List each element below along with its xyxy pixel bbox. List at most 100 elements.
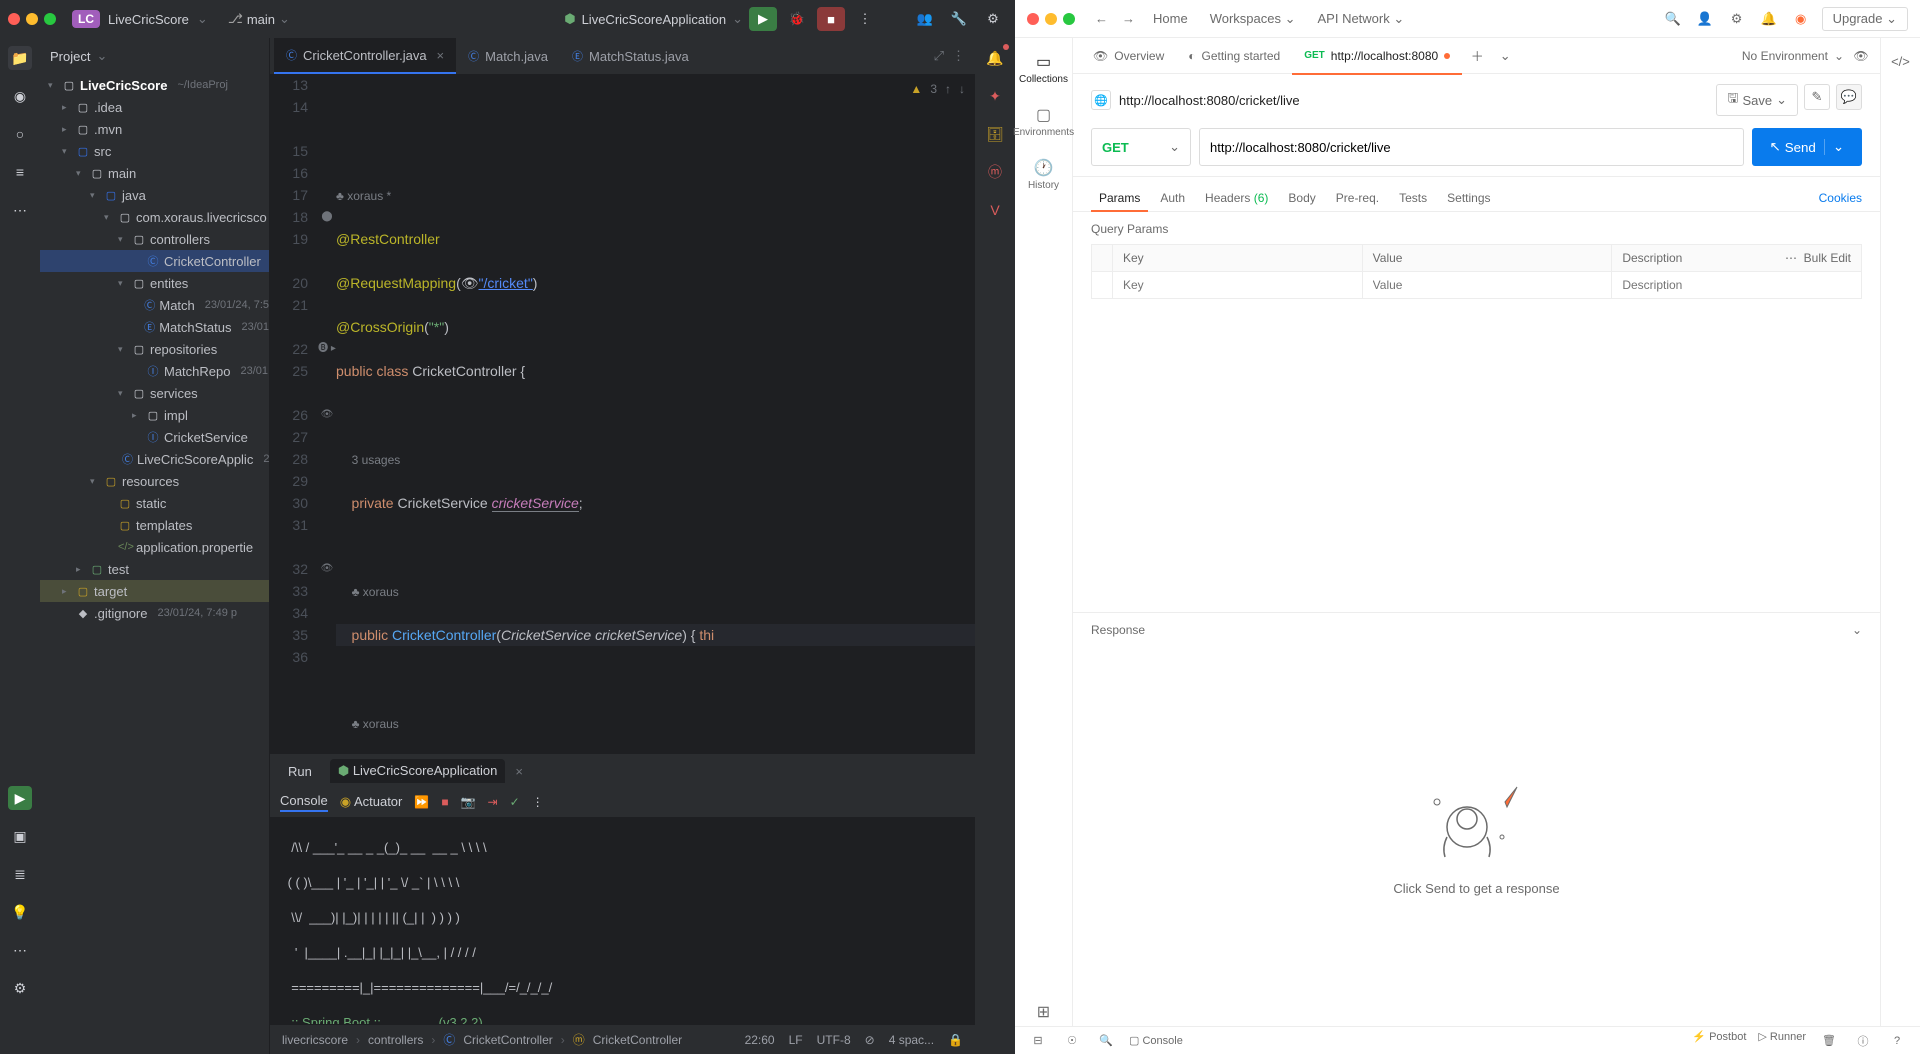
more-icon[interactable]: ⋮: [952, 48, 965, 64]
param-value-input[interactable]: [1373, 278, 1602, 292]
notifications-icon[interactable]: 🔔: [1758, 8, 1780, 30]
run-panel-tab-run[interactable]: Run: [280, 760, 320, 783]
tree-folder-main[interactable]: ▾▢main: [40, 162, 269, 184]
more-tool-icon[interactable]: ⋯: [8, 198, 32, 222]
db-icon[interactable]: 🗄: [983, 122, 1007, 146]
subtab-params[interactable]: Params: [1091, 185, 1148, 211]
expand-icon[interactable]: ⤢: [934, 48, 944, 64]
cookies-link[interactable]: Cookies: [1819, 185, 1862, 211]
code-editor[interactable]: ♣ xoraus * @RestController @RequestMappi…: [336, 74, 975, 754]
vaadin-icon[interactable]: V: [983, 198, 1007, 222]
tab-getting-started[interactable]: ◐Getting started: [1176, 38, 1292, 74]
run-button[interactable]: ▶: [749, 7, 777, 31]
tree-file-appprops[interactable]: </>application.propertie: [40, 536, 269, 558]
nav-workspaces[interactable]: Workspaces ⌄: [1202, 7, 1304, 31]
chevron-down-icon[interactable]: ⌄: [197, 11, 208, 27]
tree-folder-impl[interactable]: ▸▢impl: [40, 404, 269, 426]
console-tab[interactable]: Console: [280, 793, 328, 812]
url-input[interactable]: [1199, 128, 1744, 166]
run-panel-tab-app[interactable]: ⬢ LiveCricScoreApplication: [330, 759, 505, 783]
encoding[interactable]: UTF-8: [817, 1033, 851, 1047]
subtab-prereq[interactable]: Pre-req.: [1328, 185, 1387, 211]
tree-folder-services[interactable]: ▾▢services: [40, 382, 269, 404]
up-arrow-icon[interactable]: ↑: [945, 78, 951, 100]
tree-folder-resources[interactable]: ▾▢resources: [40, 470, 269, 492]
tree-folder-mvn[interactable]: ▸▢.mvn: [40, 118, 269, 140]
tab-request[interactable]: GEThttp://localhost:8080: [1292, 38, 1462, 74]
tree-folder-controllers[interactable]: ▾▢controllers: [40, 228, 269, 250]
tab-matchstatus[interactable]: ⒺMatchStatus.java: [560, 38, 701, 74]
lock-icon[interactable]: 🔒: [948, 1033, 963, 1047]
search-icon[interactable]: ⚙: [979, 7, 1007, 31]
project-tool-icon[interactable]: 📁: [8, 46, 32, 70]
save-button[interactable]: 🖫 Save ⌄: [1716, 84, 1798, 116]
tree-package[interactable]: ▾▢com.xoraus.livecricsco: [40, 206, 269, 228]
terminal-tool-icon[interactable]: ▣: [8, 824, 32, 848]
tree-folder-target[interactable]: ▸▢target: [40, 580, 269, 602]
tree-file-app[interactable]: ⒸLiveCricScoreApplic23/0: [40, 448, 269, 470]
tree-folder-idea[interactable]: ▸▢.idea: [40, 96, 269, 118]
sidebar-history[interactable]: 🕐History: [1015, 154, 1072, 195]
help-icon[interactable]: ?: [1886, 1030, 1908, 1052]
readonly-icon[interactable]: ⊘: [865, 1033, 875, 1047]
collapse-sidebar-icon[interactable]: ⊟: [1027, 1030, 1049, 1052]
request-name[interactable]: http://localhost:8080/cricket/live: [1119, 93, 1300, 108]
debug-button[interactable]: 🐞: [783, 7, 811, 31]
method-selector[interactable]: GET⌄: [1091, 128, 1191, 166]
more-icon[interactable]: ⋮: [532, 795, 544, 809]
send-button[interactable]: ↖Send⌄: [1752, 128, 1862, 166]
crumb-item[interactable]: controllers: [368, 1033, 423, 1047]
window-controls[interactable]: [1027, 13, 1075, 25]
down-arrow-icon[interactable]: ↓: [959, 78, 965, 100]
settings-icon[interactable]: ⚙: [8, 976, 32, 1000]
check-icon[interactable]: ✓: [510, 795, 520, 809]
param-desc-input[interactable]: [1622, 278, 1851, 292]
project-name[interactable]: LiveCricScore: [108, 12, 189, 27]
env-quicklook-icon[interactable]: 👁: [1850, 45, 1872, 67]
crumb-item[interactable]: livecricscore: [282, 1033, 348, 1047]
forward-button[interactable]: →: [1118, 7, 1139, 30]
tree-folder-static[interactable]: ▢static: [40, 492, 269, 514]
window-controls[interactable]: [8, 13, 56, 25]
collapse-icon[interactable]: ⌄: [1852, 623, 1862, 637]
explorer-header[interactable]: Project ⌄: [40, 38, 269, 74]
line-ending[interactable]: LF: [789, 1033, 803, 1047]
avatar-icon[interactable]: ◉: [1790, 8, 1812, 30]
nav-api-network[interactable]: API Network ⌄: [1310, 7, 1413, 31]
more-icon[interactable]: ⋮: [851, 7, 879, 31]
close-icon[interactable]: ×: [437, 48, 445, 63]
nav-home[interactable]: Home: [1145, 7, 1196, 30]
comment-icon[interactable]: 💬: [1836, 84, 1862, 110]
indent[interactable]: 4 spac...: [889, 1033, 934, 1047]
settings-icon[interactable]: ⚙: [1726, 8, 1748, 30]
info-icon[interactable]: ⓘ: [1852, 1030, 1874, 1052]
tree-folder-test[interactable]: ▸▢test: [40, 558, 269, 580]
console-output[interactable]: /\\ / ___'_ __ _ _(_)_ __ __ _ \ \ \ \ (…: [270, 817, 975, 1024]
tree-file-match[interactable]: ⒸMatch23/01/24, 7:5: [40, 294, 269, 316]
find-icon[interactable]: ☉: [1061, 1030, 1083, 1052]
tree-file-matchrepo[interactable]: ⒾMatchRepo23/01: [40, 360, 269, 382]
tree-file-cricketcontroller[interactable]: ⒸCricketController: [40, 250, 269, 272]
subtab-settings[interactable]: Settings: [1439, 185, 1498, 211]
cwm-icon[interactable]: 👥: [911, 7, 939, 31]
sidebar-collections[interactable]: ▭Collections: [1015, 48, 1072, 89]
bulk-edit-link[interactable]: Bulk Edit: [1804, 251, 1851, 265]
sync-icon[interactable]: 🔍: [1095, 1030, 1117, 1052]
sidebar-apps[interactable]: ⊞: [1015, 998, 1072, 1026]
trash-icon[interactable]: 🗑: [1818, 1030, 1840, 1052]
commit-tool-icon[interactable]: ◉: [8, 84, 32, 108]
tree-file-cricketservice[interactable]: ⒾCricketService: [40, 426, 269, 448]
tree-folder-java[interactable]: ▾▢java: [40, 184, 269, 206]
tree-file-gitignore[interactable]: ◆.gitignore23/01/24, 7:49 p: [40, 602, 269, 624]
status-postbot[interactable]: ⚡ Postbot: [1692, 1030, 1746, 1052]
tree-folder-src[interactable]: ▾▢src: [40, 140, 269, 162]
tree-folder-entities[interactable]: ▾▢entites: [40, 272, 269, 294]
crumb-item[interactable]: CricketController: [593, 1033, 682, 1047]
chevron-down-icon[interactable]: ⌄: [732, 11, 743, 27]
run-tool-icon[interactable]: ▶: [8, 786, 32, 810]
tab-overview[interactable]: 👁Overview: [1081, 38, 1176, 74]
chevron-down-icon[interactable]: ⌄: [1834, 49, 1844, 63]
code-icon[interactable]: </>: [1890, 50, 1912, 72]
git-tool-icon[interactable]: ⋯: [8, 938, 32, 962]
stop-icon[interactable]: ■: [441, 795, 448, 809]
